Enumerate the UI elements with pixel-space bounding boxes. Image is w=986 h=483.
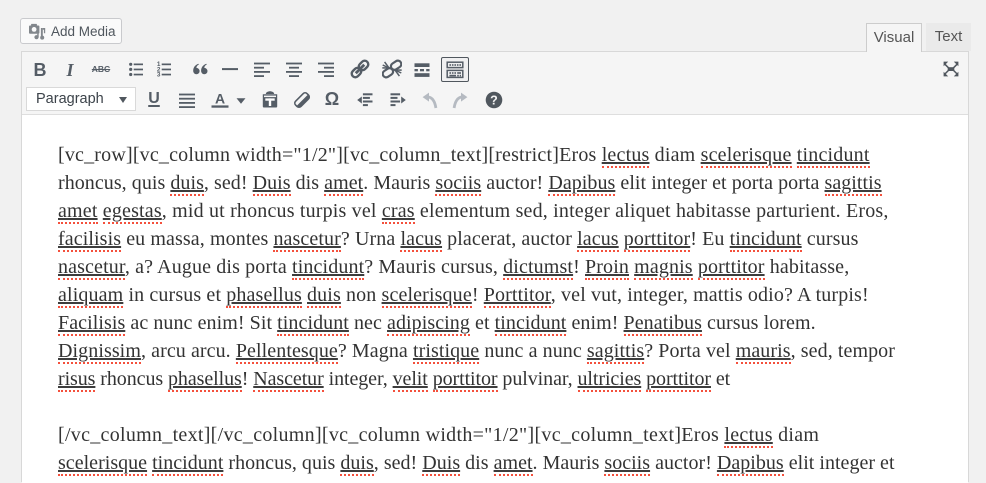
svg-text:?: ? [490, 94, 498, 108]
svg-text:3: 3 [157, 72, 161, 79]
svg-text:A: A [215, 90, 225, 106]
